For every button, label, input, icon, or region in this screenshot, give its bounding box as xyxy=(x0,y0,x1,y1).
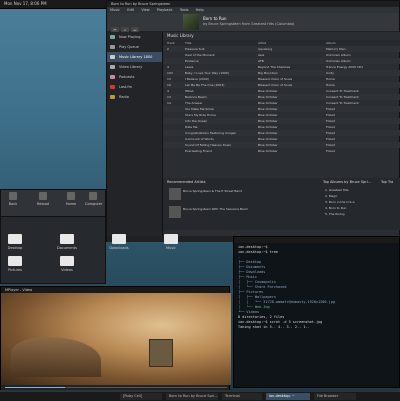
sidebar-item-now-playing[interactable]: Now Playing xyxy=(107,32,162,42)
track-album: Foiled xyxy=(326,149,335,153)
folder-videos[interactable]: Videos xyxy=(55,256,79,272)
now-playing-title: Born to Run xyxy=(203,16,227,21)
sidebar-label: Video Library xyxy=(119,65,143,69)
sidebar-item-podcasts[interactable]: Podcasts xyxy=(107,72,162,82)
folder-label: Documents xyxy=(57,246,77,250)
button-label: Home xyxy=(65,202,77,206)
speaker-icon xyxy=(110,35,115,39)
library-header: Music Library xyxy=(163,32,400,40)
folder-icon xyxy=(8,256,22,266)
back-button[interactable]: Back xyxy=(5,192,21,206)
sidebar-item-lastfm[interactable]: Last.fm xyxy=(107,82,162,92)
video-seek-fill xyxy=(5,387,65,388)
top-album-item[interactable]: 5. The Rising xyxy=(325,211,355,217)
sidebar-item-radio[interactable]: Radio xyxy=(107,92,162,102)
task-music-player[interactable]: Born to Run by Bruce Spri... xyxy=(166,393,218,400)
sidebar-item-play-queue[interactable]: Play Queue xyxy=(107,42,162,52)
album-art xyxy=(183,14,199,30)
reload-button[interactable]: Reload xyxy=(35,192,51,206)
reco-item[interactable]: Bruce Springsteen & The E Street Band xyxy=(183,189,242,193)
task-file-browser[interactable]: File Browser xyxy=(314,393,356,400)
terminal-titlebar xyxy=(234,237,399,243)
folder-label: Music xyxy=(166,246,176,250)
folder-pictures[interactable]: Pictures xyxy=(3,256,27,272)
video-icon xyxy=(110,65,115,69)
video-scene-robot xyxy=(149,339,173,367)
button-label: Computer xyxy=(85,202,103,206)
computer-icon xyxy=(89,192,97,200)
panel-clock[interactable]: Mon Nov 17, 8:06 PM xyxy=(4,1,47,6)
folder-music[interactable]: Music xyxy=(159,234,183,250)
folder-icon xyxy=(60,256,74,266)
back-arrow-icon xyxy=(9,192,17,200)
sidebar-label: Now Playing xyxy=(119,35,141,39)
button-label: Reload xyxy=(37,202,49,206)
sidebar-label: Radio xyxy=(119,95,129,99)
sidebar-label: Last.fm xyxy=(119,85,133,89)
reco-heading: Recommended Artists xyxy=(167,180,206,184)
lastfm-icon xyxy=(110,85,115,89)
folder-desktop[interactable]: Desktop xyxy=(3,234,27,250)
folder-icon xyxy=(112,234,126,244)
sidebar-item-music-library[interactable]: Music Library 1800 xyxy=(107,52,162,62)
folder-documents[interactable]: Documents xyxy=(55,234,79,250)
folder-icon xyxy=(164,234,178,244)
library-sidebar: Now Playing Play Queue Music Library 180… xyxy=(107,32,163,236)
top-albums-list: 1. Greatest Hits 2. Magic 3. Born in the… xyxy=(325,187,355,217)
track-artist: Blue October xyxy=(258,149,278,153)
task-terminal-session[interactable]: ion-desktop: ~ xyxy=(266,393,310,400)
reco-item[interactable]: Bruce Springsteen With The Sessions Band xyxy=(183,207,248,211)
reload-icon xyxy=(39,192,47,200)
sidebar-label: Music Library 1800 xyxy=(119,55,153,59)
video-player-window: MPlayer - Video xyxy=(0,286,231,390)
track-title: Everlasting Friend xyxy=(185,149,212,153)
now-playing-subtitle: by Bruce Springsteen from Greatest Hits … xyxy=(203,22,295,26)
home-icon xyxy=(67,192,75,200)
folder-label: Videos xyxy=(61,268,73,272)
terminal-window[interactable]: ion-desktop:~$ ion-desktop:~$ tree. ├── De… xyxy=(233,236,400,388)
table-row[interactable]: Everlasting Friend Blue October Foiled xyxy=(163,148,400,154)
folder-label: Downloads xyxy=(109,246,129,250)
podcast-icon xyxy=(110,75,115,79)
music-icon xyxy=(110,55,115,59)
file-manager-toolbar: Back Reload Home Computer xyxy=(1,190,105,217)
top-albums-heading: Top Albums by Bruce Spri... xyxy=(323,180,372,184)
task-terminal[interactable]: Terminal xyxy=(222,393,262,400)
track-list: 2 Pressure Suit Aqualung Memory Man Heal of … xyxy=(163,46,400,168)
recommendations-pane: Recommended Artists Bruce Springsteen & … xyxy=(163,178,400,230)
sidebar-label: Play Queue xyxy=(119,45,139,49)
file-manager-window: Back Reload Home Computer Desktop Docume… xyxy=(0,189,178,284)
queue-icon xyxy=(110,45,115,49)
computer-button[interactable]: Computer xyxy=(85,192,103,206)
terminal-line: Taking shot in 5.. 4.. 3.. 2.. 1.. xyxy=(238,325,310,329)
folder-icon xyxy=(8,234,22,244)
radio-icon xyxy=(110,95,115,99)
top-tracks-heading: Top Tra xyxy=(381,180,394,184)
folder-label: Desktop xyxy=(7,246,23,250)
artist-thumbnail[interactable] xyxy=(169,206,181,218)
music-player-window: Born to Run by Bruce Springsteen Music E… xyxy=(106,0,400,242)
home-button[interactable]: Home xyxy=(63,192,79,206)
task-ruby-cell[interactable]: [Ruby Cell] xyxy=(120,393,162,400)
artist-thumbnail[interactable] xyxy=(169,188,181,200)
terminal-output: ion-desktop:~$ ion-desktop:~$ tree. ├── De… xyxy=(238,245,398,330)
sidebar-label: Podcasts xyxy=(119,75,135,79)
button-label: Back xyxy=(8,202,18,206)
folder-icon xyxy=(60,234,74,244)
folder-downloads[interactable]: Downloads xyxy=(107,234,131,250)
sidebar-item-video-library[interactable]: Video Library xyxy=(107,62,162,72)
folder-label: Pictures xyxy=(8,268,22,272)
